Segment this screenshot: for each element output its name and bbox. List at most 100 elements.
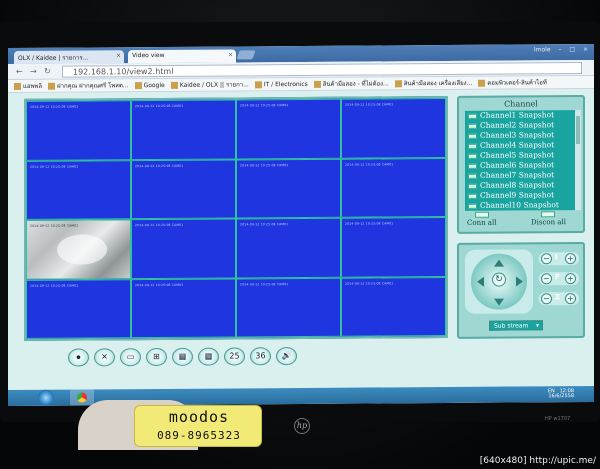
- channel-snapshot-item[interactable]: Channel10 Snapshot: [465, 200, 575, 211]
- clock-date[interactable]: 16/6/2558: [548, 393, 574, 399]
- quad-view-icon[interactable]: ⊞: [146, 347, 167, 367]
- zoom-plus-button[interactable]: +: [565, 293, 576, 305]
- arrow-left-icon[interactable]: [472, 276, 484, 287]
- record-icon[interactable]: ⏺: [68, 348, 89, 367]
- bookmark-label: แอพพลิ: [23, 82, 43, 90]
- maximize-icon[interactable]: □: [569, 46, 575, 53]
- single-view-icon[interactable]: ▭: [120, 348, 141, 367]
- video-cell[interactable]: 2014-09-12 10:25:08 CAM01: [26, 159, 131, 220]
- tools-icon[interactable]: ✕: [94, 348, 115, 367]
- tab-label: Video view: [132, 51, 165, 60]
- video-cell[interactable]: 2014-09-12 10:25:08 CAM01: [236, 158, 341, 219]
- minimize-icon[interactable]: –: [558, 46, 561, 53]
- bookmark-item[interactable]: Kaidee / OLX || รายกา...: [170, 78, 249, 92]
- bookmark-item[interactable]: แอพพลิ: [14, 80, 42, 93]
- camera-icon: [468, 143, 477, 149]
- zoom-minus-button[interactable]: −: [541, 293, 552, 305]
- close-icon[interactable]: ×: [116, 52, 121, 59]
- channel-label: Channel4 Snapshot: [480, 140, 555, 150]
- tab-olx-kaidee[interactable]: OLX / Kaidee | รายการ... ×: [14, 50, 124, 65]
- iris-plus-button[interactable]: +: [565, 253, 576, 265]
- video-cell-label: 2014-09-12 10:25:08 CAM01: [30, 223, 79, 228]
- video-cell[interactable]: 2014-09-12 10:25:08 CAM01: [341, 157, 446, 218]
- stream-select[interactable]: Sub stream ▾: [489, 320, 543, 331]
- video-cell[interactable]: 2014-09-12 10:25:08 CAM01: [236, 217, 341, 278]
- bookmark-label: Google: [143, 81, 165, 90]
- video-cell[interactable]: 2014-09-12 10:25:08 CAM01: [341, 276, 446, 337]
- video-cell[interactable]: 2014-09-12 10:25:08 CAM01: [131, 158, 236, 220]
- bookmark-item[interactable]: สินค้ามือสอง เครื่องเสียง...: [394, 77, 472, 91]
- video-cell[interactable]: 2014-09-12 10:25:08 CAM01: [341, 97, 446, 159]
- bookmark-icon: [14, 82, 21, 91]
- channel-list-scrollbar[interactable]: [575, 110, 581, 211]
- ptz-panel: ↻ − I + − F + − Z + Sub stream ▾: [457, 242, 585, 339]
- window-controls: Imole – □ ×: [528, 46, 588, 53]
- arrow-right-icon[interactable]: [516, 276, 528, 287]
- video-cell-label: 2014-09-12 10:25:08 CAM01: [135, 222, 184, 228]
- channel-label: Channel2 Snapshot: [480, 120, 555, 130]
- video-cell[interactable]: 2014-09-12 10:25:08 CAM01: [26, 278, 131, 339]
- view-36-icon[interactable]: 36: [250, 347, 271, 366]
- video-cell-label: 2014-09-12 10:25:08 CAM01: [30, 164, 79, 169]
- arrow-down-icon[interactable]: [494, 298, 504, 311]
- disconnect-all-button[interactable]: Discon all: [531, 211, 566, 226]
- taskbar-chrome[interactable]: [70, 389, 94, 406]
- forward-icon[interactable]: →: [30, 67, 37, 76]
- camera-icon: [468, 123, 477, 129]
- sticker-name: moodos: [168, 408, 230, 426]
- video-cell[interactable]: 2014-09-12 10:25:08 CAM01: [236, 98, 341, 159]
- new-tab-button[interactable]: [236, 50, 256, 60]
- video-cell[interactable]: 2014-09-12 10:25:08 CAM01: [131, 277, 236, 339]
- bookmark-icon: [254, 81, 262, 89]
- address-bar[interactable]: 192.168.1.10/view2.html: [62, 62, 582, 78]
- camera-icon: [468, 203, 477, 209]
- ptz-direction-ring[interactable]: ↻: [471, 253, 528, 311]
- bookmark-item[interactable]: IT / Electronics: [254, 78, 308, 91]
- scrollbar-thumb[interactable]: [576, 116, 580, 145]
- focus-minus-button[interactable]: −: [541, 273, 552, 285]
- video-cell[interactable]: 2014-09-12 10:25:08 CAM01: [131, 99, 236, 160]
- iris-label: I: [555, 253, 558, 262]
- focus-plus-button[interactable]: +: [565, 273, 576, 285]
- channel-list: Channel1 Snapshot Channel2 Snapshot Channe…: [465, 110, 575, 211]
- hp-logo: hp: [294, 418, 310, 434]
- photo-stage: OLX / Kaidee | รายการ... × Video view × …: [0, 0, 600, 469]
- disconnect-icon: [541, 211, 556, 218]
- video-cell-label: 2014-09-12 10:25:08 CAM01: [30, 283, 79, 288]
- focus-label: F: [555, 273, 560, 282]
- video-cell[interactable]: 2014-09-12 10:25:08 CAM01: [131, 218, 236, 279]
- channel-label: Channel7 Snapshot: [480, 170, 555, 180]
- bookmark-item[interactable]: ฝากคุณ ฝากคุณศรี โพสต...: [48, 79, 129, 93]
- iris-minus-button[interactable]: −: [541, 253, 552, 265]
- speaker-icon[interactable]: 🔊: [276, 347, 297, 366]
- zoom-control: − Z +: [539, 292, 579, 306]
- channel-label: Channel1 Snapshot: [480, 110, 555, 120]
- refresh-icon[interactable]: ↻: [492, 272, 506, 287]
- sixteen-view-icon[interactable]: ▦: [198, 347, 219, 366]
- bookmark-item[interactable]: สินค้ามือสอง - ที่ไม่ต้อง...: [313, 77, 389, 91]
- start-button[interactable]: [38, 389, 54, 406]
- bookmark-item[interactable]: คอมพิวเตอร์-สินค้าไอที: [478, 76, 547, 89]
- channel-panel: Channel Channel1 Snapshot Channel2 Snapsh…: [457, 95, 585, 234]
- nine-view-icon[interactable]: ▦: [172, 347, 193, 366]
- bookmark-item[interactable]: Google: [134, 79, 165, 92]
- video-cell[interactable]: 2014-09-12 10:25:08 CAM01: [26, 100, 131, 161]
- close-window-icon[interactable]: ×: [583, 46, 588, 53]
- arrow-up-icon[interactable]: [494, 254, 504, 267]
- reload-icon[interactable]: ↻: [44, 67, 51, 76]
- video-cell[interactable]: 2014-09-12 10:25:08 CAM01: [26, 219, 131, 280]
- monitor-screen: OLX / Kaidee | รายการ... × Video view × …: [8, 43, 594, 407]
- video-cell[interactable]: 2014-09-12 10:25:08 CAM01: [341, 216, 446, 278]
- zoom-label: Z: [555, 293, 561, 302]
- monitor-model: HP w1707: [545, 416, 571, 422]
- chrome-icon: [77, 392, 87, 403]
- chevron-down-icon: ▾: [535, 322, 539, 330]
- back-icon[interactable]: ←: [16, 67, 23, 76]
- view-25-icon[interactable]: 25: [224, 347, 245, 366]
- iris-control: − I +: [539, 252, 579, 266]
- close-icon[interactable]: ×: [228, 51, 233, 58]
- ptz-pad: ↻: [465, 249, 533, 314]
- connect-all-button[interactable]: Conn all: [467, 211, 496, 227]
- video-cell[interactable]: 2014-09-12 10:25:08 CAM01: [236, 277, 341, 338]
- tab-video-view[interactable]: Video view ×: [128, 49, 236, 64]
